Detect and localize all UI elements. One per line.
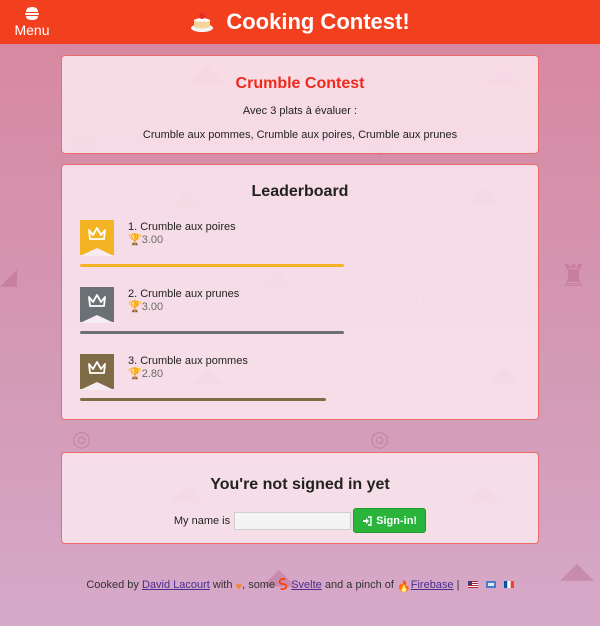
sign-in-button[interactable]: Sign-in!: [353, 508, 427, 533]
entry-name: 1. Crumble aux poires: [128, 221, 236, 233]
signin-card: You're not signed in yet My name is Sign…: [61, 452, 539, 544]
footer-text: and a pinch of: [324, 579, 394, 591]
footer-text: Cooked by: [86, 579, 139, 591]
rank-badge: [80, 287, 114, 323]
entry-name: 3. Crumble aux pommes: [128, 355, 248, 367]
leaderboard-card: Leaderboard 1. Crumble aux poires 🏆3.00 …: [61, 164, 539, 420]
crown-icon: [88, 294, 106, 307]
rank-badge: [80, 220, 114, 256]
trophy-icon: 🏆: [128, 368, 142, 380]
entry-score: 🏆3.00: [128, 301, 164, 313]
entry-score: 🏆2.80: [128, 368, 164, 380]
flag-icon[interactable]: [503, 581, 514, 588]
contest-card: Crumble Contest Avec 3 plats à évaluer :…: [61, 55, 539, 154]
trophy-icon: 🏆: [128, 301, 142, 313]
score-bar: [80, 264, 344, 267]
sign-in-label: Sign-in!: [376, 514, 418, 527]
menu-label: Menu: [14, 22, 50, 38]
footer: Cooked by David Lacourt with ♥, some Sve…: [0, 578, 600, 593]
fire-icon: 🔥: [397, 581, 411, 593]
donut-doodle: ◎: [370, 426, 390, 451]
svelte-icon: [278, 578, 288, 590]
flag-icon[interactable]: [485, 581, 496, 588]
author-link[interactable]: David Lacourt: [142, 579, 210, 591]
flag-icon[interactable]: [467, 581, 478, 588]
menu-button[interactable]: Menu: [14, 6, 50, 40]
firebase-link[interactable]: Firebase: [411, 579, 454, 591]
sign-in-icon: [363, 515, 372, 526]
contest-subtitle: Avec 3 plats à évaluer :: [242, 105, 358, 117]
contest-title: Crumble Contest: [235, 75, 365, 92]
rank-badge: [80, 354, 114, 390]
footer-text: , some: [242, 579, 276, 591]
name-label: My name is: [173, 514, 231, 527]
contest-plates: Crumble aux pommes, Crumble aux poires, …: [142, 129, 458, 141]
leaderboard-title: Leaderboard: [251, 183, 349, 200]
signin-title: You're not signed in yet: [210, 476, 390, 493]
birthday-cake-doodle: ♜: [560, 260, 587, 293]
score-bar: [80, 331, 344, 334]
entry-score: 🏆3.00: [128, 234, 164, 246]
name-input[interactable]: [234, 511, 352, 530]
entry-name: 2. Crumble aux prunes: [128, 288, 240, 300]
svelte-link[interactable]: Svelte: [291, 579, 322, 591]
crown-icon: [88, 227, 106, 240]
burger-icon: [25, 7, 39, 20]
trophy-icon: 🏆: [128, 234, 142, 246]
donut-doodle: ◎: [72, 426, 92, 451]
score-bar: [80, 398, 326, 401]
footer-text: with: [212, 579, 233, 591]
top-bar: Menu: [0, 0, 600, 44]
footer-separator: |: [456, 579, 460, 591]
signin-row: My name is Sign-in!: [62, 508, 538, 533]
cake-doodle: ◢: [0, 264, 17, 289]
crown-icon: [88, 361, 106, 374]
